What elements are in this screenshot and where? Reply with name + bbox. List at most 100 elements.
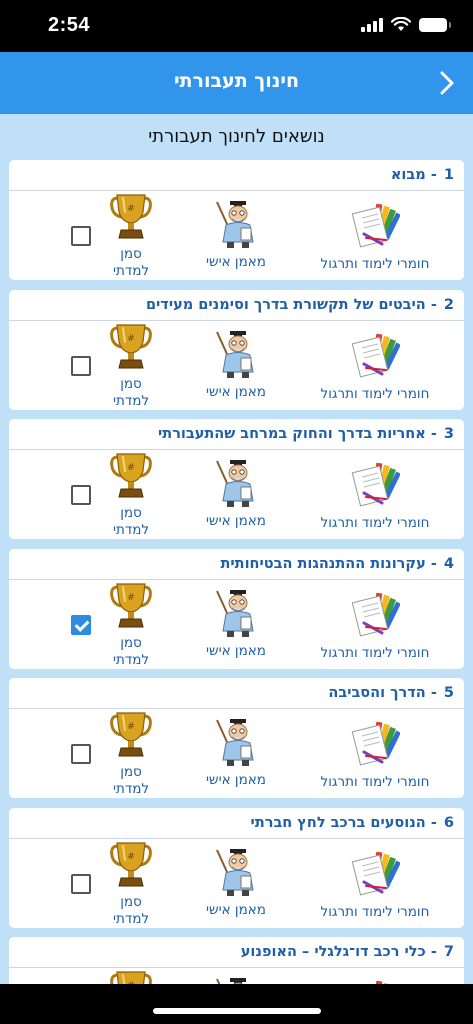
books-icon (351, 462, 401, 507)
books-icon (351, 333, 401, 377)
mark-learned-button[interactable]: # סמן למדתי (101, 323, 161, 410)
study-materials-button[interactable]: חומרי לימוד ותרגול (301, 714, 449, 790)
topic-title: 2 - היבטים של תקשורת בדרך וסימנים מעידים (146, 290, 454, 321)
topic-header[interactable]: 7 - כלי רכב דו־גלגלי – האופנוע (9, 937, 464, 968)
trophy-icon: # (110, 712, 152, 757)
topic-title: 6 - הנוסעים ברכב לחץ חברתי (251, 808, 454, 839)
study-materials-label: חומרי לימוד ותרגול (320, 774, 430, 790)
topic-header[interactable]: 4 - עקרונות ההתנהגות הבטיחותית (9, 549, 464, 580)
mark-label-line2: למדתי (112, 392, 150, 409)
topic-dash: - (430, 814, 437, 831)
chevron-right-icon (440, 71, 454, 95)
mark-learned-button[interactable]: # סמן למדתי (101, 971, 161, 984)
topic-number: 3 (443, 426, 454, 442)
topic-title: 4 - עקרונות ההתנהגות הבטיחותית (220, 549, 454, 580)
mark-label-line2: למדתי (112, 263, 150, 279)
topic-number: 2 (443, 296, 454, 313)
mark-label-line2: למדתי (112, 522, 150, 538)
study-materials-button[interactable]: חומרי לימוד ותרגול (301, 196, 449, 272)
learned-checkbox[interactable] (71, 614, 91, 635)
topic-header[interactable]: 6 - הנוסעים ברכב לחץ חברתי (9, 808, 464, 839)
topic-dash: - (430, 685, 437, 701)
personal-trainer-label: מאמן אישי (206, 901, 266, 918)
trophy-icon: # (110, 453, 152, 498)
mark-learned-button[interactable]: # סמן למדתי (101, 841, 161, 928)
trophy-icon: # (110, 582, 152, 627)
topic-card: 5 - הדרך והסביבה חומרי לימוד ותרגול מאמן… (9, 678, 464, 798)
trophy-icon: # (110, 323, 152, 368)
mark-label-line1: סמן (120, 764, 142, 780)
status-time: 2:54 (48, 14, 91, 36)
svg-text:#: # (127, 722, 135, 732)
learned-checkbox[interactable] (71, 873, 91, 894)
topic-card: 6 - הנוסעים ברכב לחץ חברתי חומרי לימוד ו… (9, 807, 464, 928)
topic-header[interactable]: 5 - הדרך והסביבה (9, 678, 464, 709)
topic-title-text: כלי רכב דו־גלגלי – האופנוע (240, 944, 426, 960)
teacher-icon (216, 460, 254, 507)
mark-learned-button[interactable]: # סמן למדתי (101, 453, 161, 539)
mark-learned-button[interactable]: # סמן למדתי (101, 582, 161, 669)
mark-label-line1: סמן (120, 505, 142, 521)
mark-label-line2: למדתי (112, 781, 150, 797)
personal-trainer-button[interactable]: מאמן אישי (191, 585, 281, 659)
topic-card: 3 - אחריות בדרך והחוק במרחב שהתעבורתי חו… (9, 419, 464, 539)
teacher-icon (216, 330, 254, 378)
topic-header[interactable]: 2 - היבטים של תקשורת בדרך וסימנים מעידים (9, 290, 464, 321)
mark-learned-button[interactable]: # סמן למדתי (101, 712, 161, 798)
teacher-icon (216, 589, 254, 637)
nav-bar: חינוך תעבורתי (0, 52, 473, 114)
learned-checkbox[interactable] (71, 226, 91, 246)
svg-text:#: # (127, 852, 135, 862)
topic-title: 1 - מבוא (391, 160, 454, 191)
learned-checkbox[interactable] (71, 744, 91, 764)
study-materials-label: חומרי לימוד ותרגול (320, 256, 430, 272)
learned-checkbox[interactable] (71, 485, 91, 505)
teacher-icon (216, 978, 246, 984)
study-materials-button[interactable]: חומרי לימוד ותרגול (301, 585, 449, 661)
study-materials-label: חומרי לימוד ותרגול (320, 903, 430, 920)
topic-title-text: אחריות בדרך והחוק במרחב שהתעבורתי (158, 426, 426, 442)
signal-icon (361, 17, 383, 32)
personal-trainer-button[interactable]: מאמן אישי (191, 973, 281, 984)
svg-text:#: # (127, 334, 135, 344)
topics-list[interactable]: נושאים לחינוך תעבורתי 1 - מבוא חומרי לימ… (0, 114, 473, 984)
topic-card: 2 - היבטים של תקשורת בדרך וסימנים מעידים… (9, 289, 464, 410)
mark-label-line1: סמן (120, 375, 142, 392)
back-button[interactable] (433, 66, 461, 100)
trophy-icon: # (110, 841, 152, 886)
mark-learned-button[interactable]: # סמן למדתי (101, 194, 161, 280)
personal-trainer-label: מאמן אישי (206, 383, 266, 400)
study-materials-button[interactable]: חומרי לימוד ותרגול (301, 326, 449, 402)
topic-dash: - (430, 167, 437, 183)
section-title: נושאים לחינוך תעבורתי (148, 126, 325, 147)
svg-text:#: # (127, 204, 135, 214)
learned-checkbox[interactable] (71, 355, 91, 376)
books-icon (351, 721, 401, 766)
topic-title-text: מבוא (390, 167, 426, 183)
mark-label-line1: סמן (120, 634, 142, 651)
page-title: חינוך תעבורתי (173, 70, 300, 92)
personal-trainer-label: מאמן אישי (206, 254, 266, 270)
books-icon (351, 203, 401, 248)
topic-title-text: עקרונות ההתנהגות הבטיחותית (220, 555, 426, 572)
topic-card: 7 - כלי רכב דו־גלגלי – האופנוע חומרי לימ… (9, 937, 464, 984)
study-materials-button[interactable]: חומרי לימוד ותרגול (301, 973, 449, 984)
personal-trainer-button[interactable]: מאמן אישי (191, 196, 281, 270)
trophy-icon: # (110, 194, 152, 239)
study-materials-button[interactable]: חומרי לימוד ותרגול (301, 844, 449, 920)
personal-trainer-button[interactable]: מאמן אישי (191, 455, 281, 529)
personal-trainer-button[interactable]: מאמן אישי (191, 844, 281, 918)
topic-title: 3 - אחריות בדרך והחוק במרחב שהתעבורתי (158, 419, 454, 450)
topic-header[interactable]: 1 - מבוא (9, 160, 464, 191)
study-materials-label: חומרי לימוד ותרגול (320, 644, 430, 661)
personal-trainer-button[interactable]: מאמן אישי (191, 326, 281, 400)
wifi-icon (391, 17, 411, 31)
topic-number: 4 (443, 555, 454, 572)
topic-title-text: היבטים של תקשורת בדרך וסימנים מעידים (145, 296, 426, 313)
study-materials-label: חומרי לימוד ותרגול (320, 385, 430, 402)
mark-label-line2: למדתי (112, 651, 150, 668)
topic-header[interactable]: 3 - אחריות בדרך והחוק במרחב שהתעבורתי (9, 419, 464, 450)
study-materials-button[interactable]: חומרי לימוד ותרגול (301, 455, 449, 531)
personal-trainer-button[interactable]: מאמן אישי (191, 714, 281, 788)
topic-card: 1 - מבוא חומרי לימוד ותרגול מאמן אישי # … (9, 160, 464, 280)
